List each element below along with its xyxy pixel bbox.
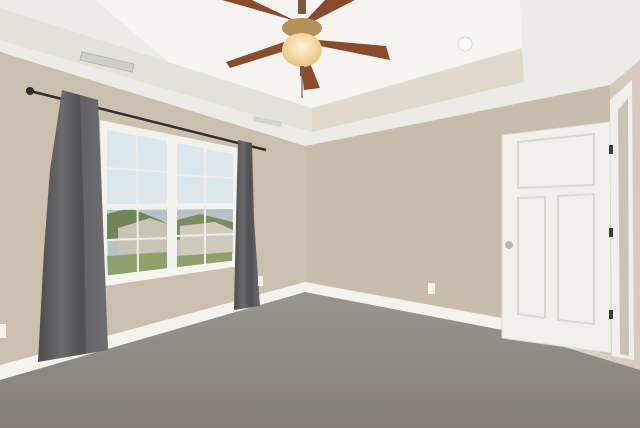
door-knob[interactable] <box>505 241 513 249</box>
outlet-mid <box>258 276 263 286</box>
smoke-detector <box>457 36 473 52</box>
room-scene <box>0 0 640 428</box>
window <box>100 120 240 286</box>
door[interactable] <box>501 121 613 354</box>
outlet-left <box>0 324 6 338</box>
rod-finial-left <box>26 87 34 95</box>
outlet-back <box>428 283 435 294</box>
fan-light <box>282 33 322 67</box>
room-illustration <box>0 0 640 428</box>
